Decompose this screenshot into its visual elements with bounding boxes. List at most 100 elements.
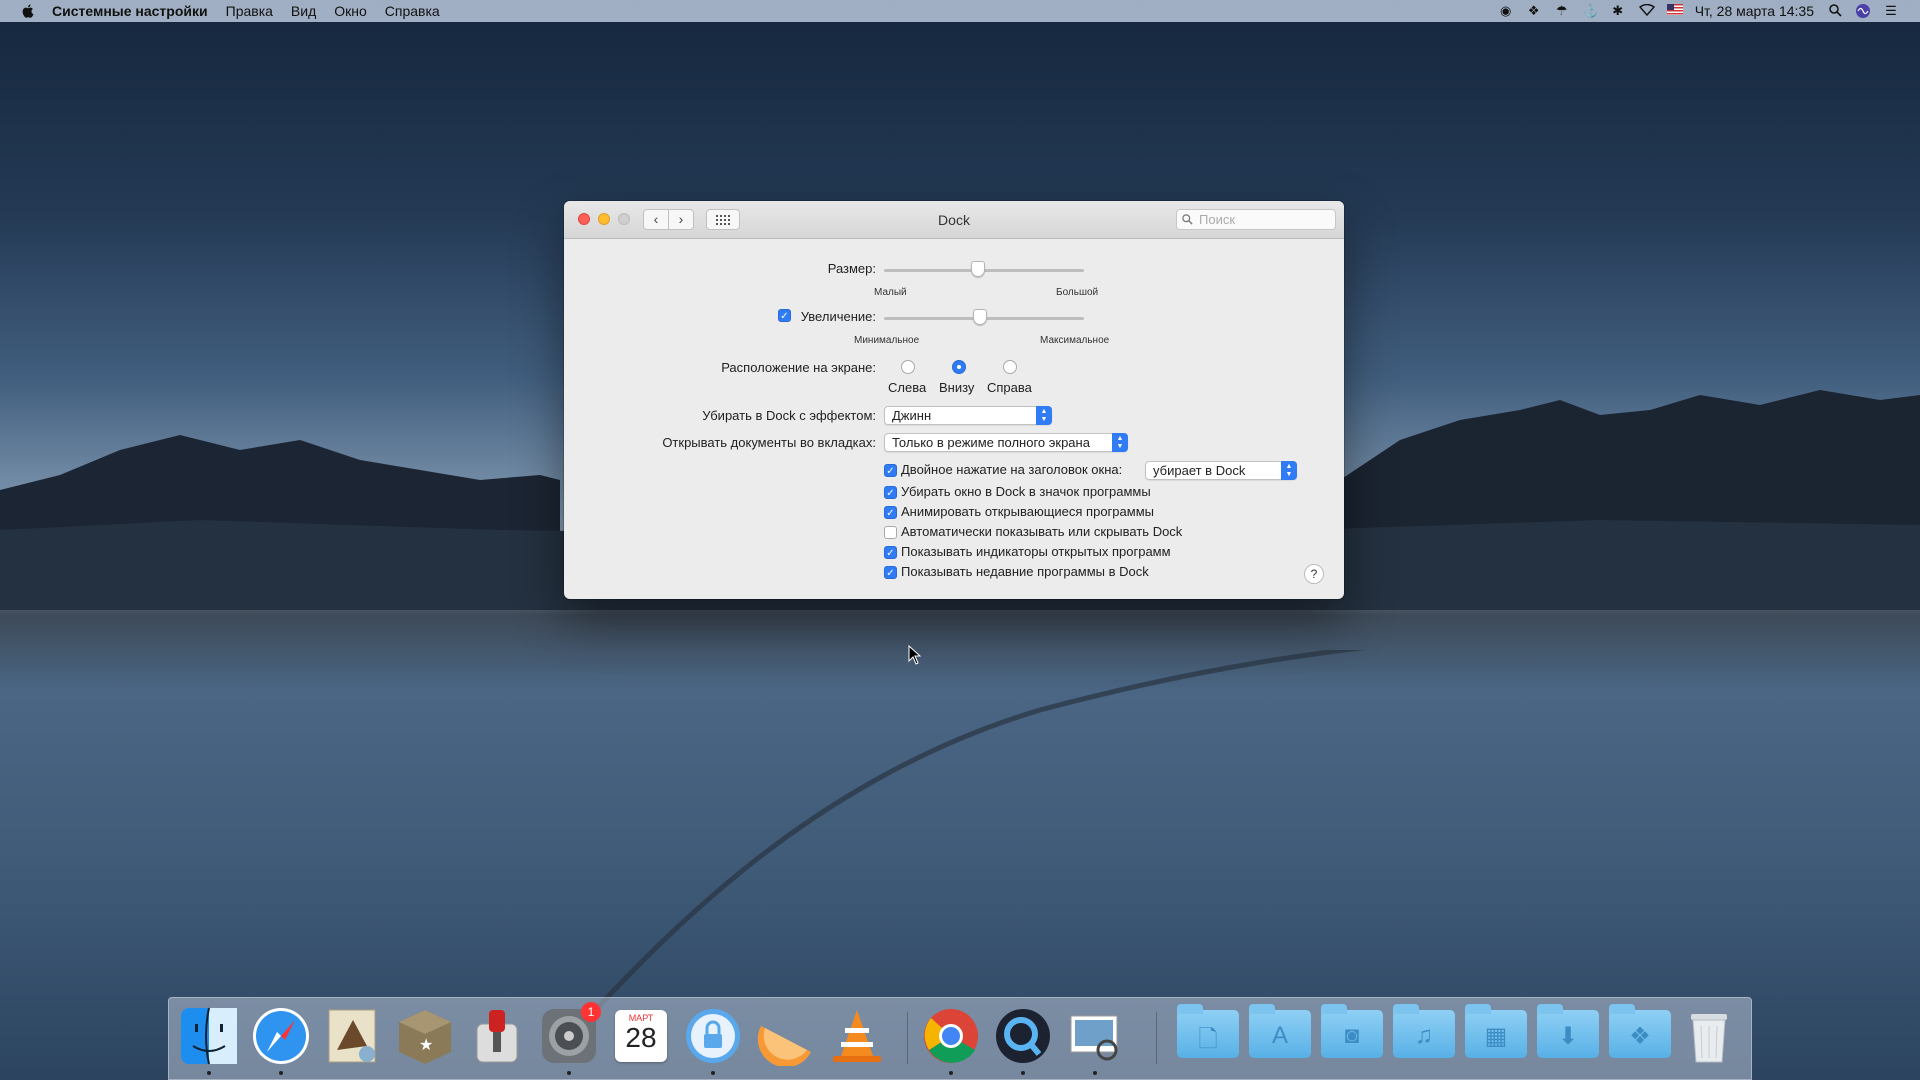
dock: ★ 1 МАРТ 28 🗋 A ◙ ♫ ▦ ⬇ ❖ bbox=[168, 997, 1752, 1080]
size-max-label: Большой bbox=[1056, 287, 1099, 298]
svg-text:★: ★ bbox=[419, 1037, 433, 1054]
mail-eagle-icon bbox=[328, 1009, 376, 1063]
dock-safari[interactable] bbox=[251, 1006, 311, 1075]
search-icon[interactable] bbox=[1828, 4, 1842, 18]
running-indicator bbox=[207, 1071, 211, 1075]
minimize-into-app-checkbox[interactable]: ✓ bbox=[884, 486, 897, 499]
dock-box-app[interactable]: ★ bbox=[395, 1006, 455, 1066]
position-label: Расположение на экране: bbox=[721, 360, 876, 375]
dock-finder[interactable] bbox=[179, 1006, 239, 1075]
dock-dropbox-folder[interactable]: ❖ bbox=[1609, 1004, 1671, 1058]
dock-downloads-folder[interactable]: ⬇ bbox=[1537, 1004, 1599, 1058]
position-left-radio[interactable] bbox=[901, 360, 915, 374]
size-slider-knob[interactable] bbox=[971, 261, 985, 277]
dock-separator bbox=[1156, 1012, 1157, 1064]
search-field[interactable]: Поиск bbox=[1176, 209, 1336, 230]
title-bar: ‹ › Dock Поиск bbox=[564, 201, 1344, 239]
minimize-effect-value: Джинн bbox=[892, 408, 932, 423]
transmission-icon bbox=[476, 1010, 518, 1063]
lock-icon bbox=[686, 1009, 740, 1063]
finder-icon bbox=[181, 1007, 237, 1065]
dock-applications-folder[interactable]: A bbox=[1249, 1004, 1311, 1058]
menu-help[interactable]: Справка bbox=[385, 3, 440, 19]
dock-quicktime[interactable] bbox=[993, 1006, 1053, 1075]
running-indicator bbox=[949, 1071, 953, 1075]
open-tabs-popup[interactable]: Только в режиме полного экрана ▲ ▼ bbox=[884, 433, 1128, 452]
running-indicator bbox=[1021, 1071, 1025, 1075]
track-line bbox=[558, 650, 1366, 1050]
orange-slice-icon bbox=[757, 1026, 811, 1068]
dock-music-folder[interactable]: ♫ bbox=[1393, 1004, 1455, 1058]
size-label: Размер: bbox=[827, 261, 876, 276]
show-recent-apps-checkbox[interactable]: ✓ bbox=[884, 566, 897, 579]
dock-chrome[interactable] bbox=[921, 1006, 981, 1075]
chevron-updown-icon: ▲ ▼ bbox=[1036, 406, 1052, 425]
show-recent-apps-label: Показывать недавние программы в Dock bbox=[901, 564, 1149, 579]
box-icon: ★ bbox=[399, 1010, 451, 1064]
minimize-into-app-label: Убирать окно в Dock в значок программы bbox=[901, 484, 1151, 499]
dock-lock-app[interactable] bbox=[683, 1006, 743, 1075]
music-note-icon: ♫ bbox=[1415, 1022, 1433, 1049]
dock-vlc[interactable] bbox=[827, 1006, 887, 1066]
position-bottom-radio[interactable] bbox=[952, 360, 966, 374]
trash-icon bbox=[1691, 1014, 1727, 1063]
anchor-icon[interactable]: ⚓ bbox=[1583, 4, 1599, 18]
menu-app-name[interactable]: Системные настройки bbox=[52, 3, 208, 19]
chevron-updown-icon: ▲ ▼ bbox=[1281, 461, 1297, 480]
calendar-icon: МАРТ 28 bbox=[615, 1010, 667, 1062]
menu-view[interactable]: Вид bbox=[291, 3, 316, 19]
camera-icon: ◙ bbox=[1344, 1022, 1360, 1049]
siri-icon[interactable] bbox=[1856, 4, 1870, 18]
dock-preview[interactable] bbox=[1065, 1006, 1125, 1075]
double-click-action-popup[interactable]: убирает в Dock ▲ ▼ bbox=[1145, 461, 1297, 480]
magnification-max-label: Максимальное bbox=[1040, 335, 1110, 346]
dock-mail[interactable] bbox=[323, 1006, 383, 1066]
notification-center-icon[interactable]: ☰ bbox=[1884, 4, 1898, 18]
menu-bar: Системные настройки Правка Вид Окно Спра… bbox=[0, 0, 1920, 22]
record-icon[interactable]: ◉ bbox=[1499, 4, 1513, 18]
show-indicators-checkbox[interactable]: ✓ bbox=[884, 546, 897, 559]
minimize-effect-popup[interactable]: Джинн ▲ ▼ bbox=[884, 406, 1052, 425]
dock-trash[interactable] bbox=[1679, 1006, 1739, 1066]
bluetooth-icon[interactable]: ✱ bbox=[1611, 4, 1625, 18]
vlc-cone-icon bbox=[833, 1010, 881, 1062]
wifi-icon[interactable] bbox=[1638, 3, 1655, 18]
quicktime-icon bbox=[996, 1009, 1050, 1063]
calendar-day: 28 bbox=[625, 1022, 657, 1053]
flag-us-icon[interactable] bbox=[1666, 4, 1683, 18]
magnification-slider-knob[interactable] bbox=[973, 309, 987, 325]
dock-photos-folder[interactable]: ◙ bbox=[1321, 1004, 1383, 1058]
running-indicator bbox=[711, 1071, 715, 1075]
search-placeholder: Поиск bbox=[1199, 212, 1236, 227]
umbrella-icon[interactable]: ☂ bbox=[1555, 4, 1569, 18]
dock-preferences-window: ‹ › Dock Поиск Размер: Малый Большой ✓ У… bbox=[564, 201, 1344, 599]
magnification-checkbox[interactable]: ✓ bbox=[778, 309, 791, 322]
dock-documents-folder[interactable]: 🗋 bbox=[1177, 1004, 1239, 1058]
dock-transmission[interactable] bbox=[467, 1006, 527, 1066]
download-icon: ⬇ bbox=[1557, 1023, 1579, 1050]
dock-separator bbox=[907, 1012, 908, 1064]
position-left-label: Слева bbox=[888, 380, 927, 395]
menu-clock[interactable]: Чт, 28 марта 14:35 bbox=[1695, 3, 1814, 19]
preview-icon bbox=[1070, 1015, 1118, 1061]
menu-edit[interactable]: Правка bbox=[226, 3, 273, 19]
autohide-dock-checkbox[interactable] bbox=[884, 526, 897, 539]
menu-window[interactable]: Окно bbox=[334, 3, 367, 19]
dropbox-icon[interactable]: ❖ bbox=[1527, 4, 1541, 18]
position-right-radio[interactable] bbox=[1003, 360, 1017, 374]
open-tabs-value: Только в режиме полного экрана bbox=[892, 435, 1090, 450]
animate-opening-label: Анимировать открывающиеся программы bbox=[901, 504, 1154, 519]
magnification-label: Увеличение: bbox=[800, 309, 876, 324]
dock-calendar[interactable]: МАРТ 28 bbox=[611, 1006, 671, 1066]
animate-opening-checkbox[interactable]: ✓ bbox=[884, 506, 897, 519]
dock-system-preferences[interactable]: 1 bbox=[539, 1002, 601, 1075]
running-indicator bbox=[279, 1071, 283, 1075]
dock-movies-folder[interactable]: ▦ bbox=[1465, 1004, 1527, 1058]
help-button[interactable]: ? bbox=[1304, 564, 1324, 584]
safari-compass-icon bbox=[253, 1008, 309, 1064]
dock-orange-app[interactable] bbox=[755, 1006, 815, 1068]
preferences-content: Размер: Малый Большой ✓ Увеличение: Мини… bbox=[564, 239, 1344, 599]
apple-icon[interactable] bbox=[20, 4, 34, 18]
double-click-title-checkbox[interactable]: ✓ bbox=[884, 464, 897, 477]
double-click-action-value: убирает в Dock bbox=[1153, 463, 1246, 478]
